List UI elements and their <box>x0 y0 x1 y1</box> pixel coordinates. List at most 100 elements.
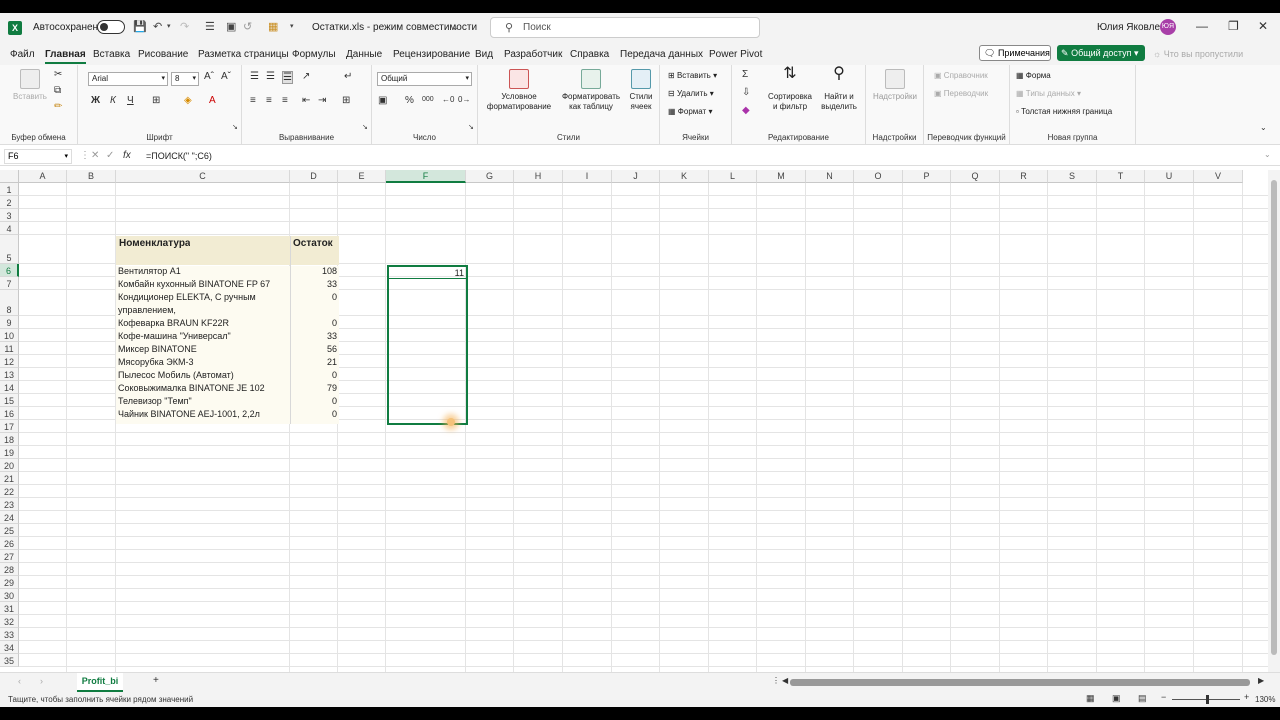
insert-function-icon[interactable]: fx <box>123 150 131 161</box>
italic-button[interactable]: К <box>110 95 116 106</box>
row-header-2[interactable]: 2 <box>0 196 19 209</box>
name-box[interactable]: F6 <box>4 149 72 164</box>
zoom-out-icon[interactable]: − <box>1161 692 1166 702</box>
insert-cells-button[interactable]: ⊞ Вставить ▾ <box>668 71 717 80</box>
align-bottom-icon[interactable]: ☰ <box>282 71 293 84</box>
customize-qat-icon[interactable]: ▾ <box>290 20 294 34</box>
conditional-formatting-button[interactable]: Условное форматирование <box>484 69 554 112</box>
row-header-21[interactable]: 21 <box>0 472 19 485</box>
page-layout-view-icon[interactable]: ▣ <box>1112 693 1121 704</box>
decrease-font-icon[interactable]: Aˇ <box>221 71 231 82</box>
camera-icon[interactable]: ▣ <box>226 20 236 34</box>
item-name-cell[interactable]: Соковыжималка BINATONE JE 102 <box>118 382 288 394</box>
row-header-5[interactable]: 5 <box>0 235 19 264</box>
decrease-decimal-icon[interactable]: 0→ <box>458 95 470 104</box>
item-qty-cell[interactable]: 108 <box>292 265 337 277</box>
select-all-corner[interactable] <box>0 170 19 183</box>
fill-icon[interactable]: ⇩ <box>742 87 750 98</box>
translator-button[interactable]: ▣ Переводчик <box>934 89 988 98</box>
row-header-28[interactable]: 28 <box>0 563 19 576</box>
item-qty-cell[interactable]: 0 <box>292 317 337 329</box>
item-name-cell[interactable]: Кофеварка BRAUN KF22R <box>118 317 288 329</box>
item-name-cell[interactable]: Чайник BINATONE AEJ-1001, 2,2л <box>118 408 288 420</box>
row-header-9[interactable]: 9 <box>0 316 19 329</box>
horizontal-scroll-menu-icon[interactable]: ⋮ <box>772 676 780 685</box>
number-dialog-launcher-icon[interactable]: ↘ <box>468 123 474 131</box>
increase-decimal-icon[interactable]: ←0 <box>442 95 454 104</box>
row-header-1[interactable]: 1 <box>0 183 19 196</box>
minimize-icon[interactable]: — <box>1196 19 1208 33</box>
add-sheet-icon[interactable]: + <box>153 675 159 686</box>
column-header-a[interactable]: A <box>19 170 67 183</box>
font-dialog-launcher-icon[interactable]: ↘ <box>232 123 238 131</box>
item-qty-cell[interactable]: 79 <box>292 382 337 394</box>
column-header-c[interactable]: C <box>116 170 290 183</box>
font-color-icon[interactable]: A <box>209 95 216 106</box>
paste-button[interactable]: Вставить <box>12 69 48 102</box>
column-header-f[interactable]: F <box>386 170 466 183</box>
table-icon[interactable]: ▦ <box>268 20 278 34</box>
row-header-31[interactable]: 31 <box>0 602 19 615</box>
cell-styles-button[interactable]: Стили ячеек <box>624 69 658 112</box>
row-header-22[interactable]: 22 <box>0 485 19 498</box>
row-header-27[interactable]: 27 <box>0 550 19 563</box>
next-sheet-icon[interactable]: › <box>40 676 43 686</box>
item-name-cell[interactable]: Телевизор "Темп" <box>118 395 288 407</box>
tab-help[interactable]: Справка <box>570 49 609 60</box>
vertical-scroll-thumb[interactable] <box>1271 180 1277 655</box>
tab-review[interactable]: Рецензирование <box>393 49 470 60</box>
row-header-10[interactable]: 10 <box>0 329 19 342</box>
row-header-20[interactable]: 20 <box>0 459 19 472</box>
reference-button[interactable]: ▣ Справочник <box>934 71 988 80</box>
item-name-cell[interactable]: Пылесос Мобиль (Автомат) <box>118 369 288 381</box>
format-as-table-button[interactable]: Форматировать как таблицу <box>560 69 622 112</box>
increase-font-icon[interactable]: Aˆ <box>204 71 214 82</box>
row-header-3[interactable]: 3 <box>0 209 19 222</box>
undo-icon[interactable]: ↶ <box>153 20 162 34</box>
number-format-select[interactable]: Общий <box>377 72 472 86</box>
row-header-26[interactable]: 26 <box>0 537 19 550</box>
row-header-18[interactable]: 18 <box>0 433 19 446</box>
tell-me-box[interactable]: ☼ Что вы пропустили <box>1153 49 1243 59</box>
bold-button[interactable]: Ж <box>91 95 100 106</box>
title-chevron-down-icon[interactable]: ⌄ <box>452 21 459 35</box>
delete-cells-button[interactable]: ⊟ Удалить ▾ <box>668 89 714 98</box>
underline-button[interactable]: Ч <box>127 95 134 106</box>
tab-data-transfer[interactable]: Передача данных <box>620 49 703 60</box>
avatar[interactable]: ЮЯ <box>1160 19 1176 35</box>
item-qty-cell[interactable]: 56 <box>292 343 337 355</box>
worksheet-grid[interactable]: ABCDEFGHIJKLMNOPQRSTUV 1 2 3 4 5 6 7 8 9 10 11 12 13… <box>0 170 1268 672</box>
column-header-i[interactable]: I <box>563 170 612 183</box>
column-header-o[interactable]: O <box>854 170 903 183</box>
header-remainder[interactable]: Остаток <box>293 238 333 250</box>
align-center-icon[interactable]: ≡ <box>266 95 272 106</box>
row-header-4[interactable]: 4 <box>0 222 19 235</box>
search-box[interactable]: ⚲ Поиск <box>490 17 760 38</box>
tab-data[interactable]: Данные <box>346 49 382 60</box>
item-qty-cell[interactable]: 21 <box>292 356 337 368</box>
alignment-dialog-launcher-icon[interactable]: ↘ <box>362 123 368 131</box>
tab-home[interactable]: Главная <box>45 49 86 64</box>
row-header-8[interactable]: 8 <box>0 290 19 316</box>
tab-formulas[interactable]: Формулы <box>292 49 336 60</box>
column-header-p[interactable]: P <box>903 170 951 183</box>
addins-button[interactable]: Надстройки <box>872 69 918 102</box>
formula-input[interactable]: =ПОИСК(" ";C6) <box>146 151 212 161</box>
tab-page-layout[interactable]: Разметка страницы <box>198 49 289 60</box>
scroll-left-icon[interactable]: ◀ <box>782 676 788 685</box>
row-header-32[interactable]: 32 <box>0 615 19 628</box>
tab-view[interactable]: Вид <box>475 49 493 60</box>
column-header-q[interactable]: Q <box>951 170 1000 183</box>
row-header-33[interactable]: 33 <box>0 628 19 641</box>
autosum-icon[interactable]: Σ <box>742 69 748 80</box>
column-header-h[interactable]: H <box>514 170 563 183</box>
column-header-k[interactable]: K <box>660 170 709 183</box>
tab-developer[interactable]: Разработчик <box>504 49 562 60</box>
scroll-right-icon[interactable]: ▶ <box>1258 676 1264 685</box>
orientation-icon[interactable]: ↗ <box>302 71 310 82</box>
item-name-cell[interactable]: Кофе-машина "Универсал" <box>118 330 288 342</box>
column-header-j[interactable]: J <box>612 170 660 183</box>
column-header-g[interactable]: G <box>466 170 514 183</box>
autosave-toggle[interactable] <box>97 20 125 34</box>
row-header-14[interactable]: 14 <box>0 381 19 394</box>
